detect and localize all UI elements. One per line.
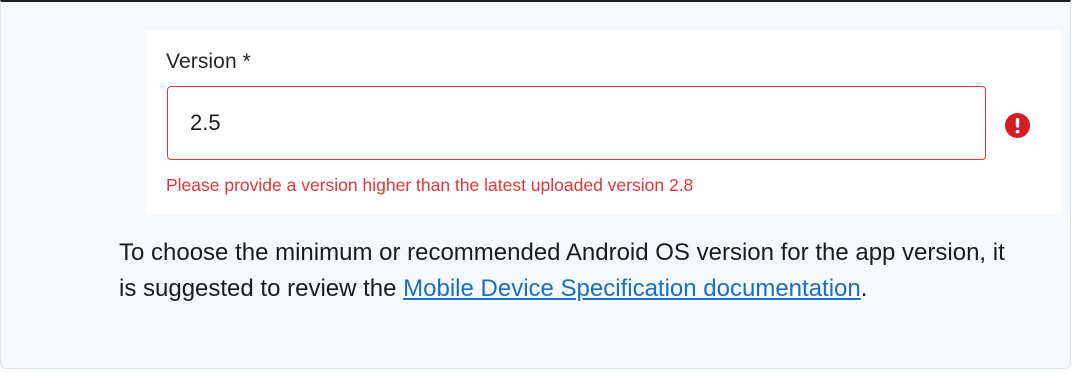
- version-error-message: Please provide a version higher than the…: [166, 175, 694, 195]
- version-field-label: Version *: [166, 50, 251, 73]
- version-input[interactable]: [167, 86, 986, 160]
- version-form-card: Version * Please provide a version highe…: [146, 30, 1061, 215]
- spec-documentation-link[interactable]: Mobile Device Specification documentatio…: [403, 275, 861, 302]
- help-text: To choose the minimum or recommended And…: [119, 235, 1019, 307]
- help-text-after: .: [860, 275, 868, 302]
- info-note-panel: Version * Please provide a version highe…: [0, 0, 1071, 369]
- exclamation-circle-icon: [1005, 113, 1030, 138]
